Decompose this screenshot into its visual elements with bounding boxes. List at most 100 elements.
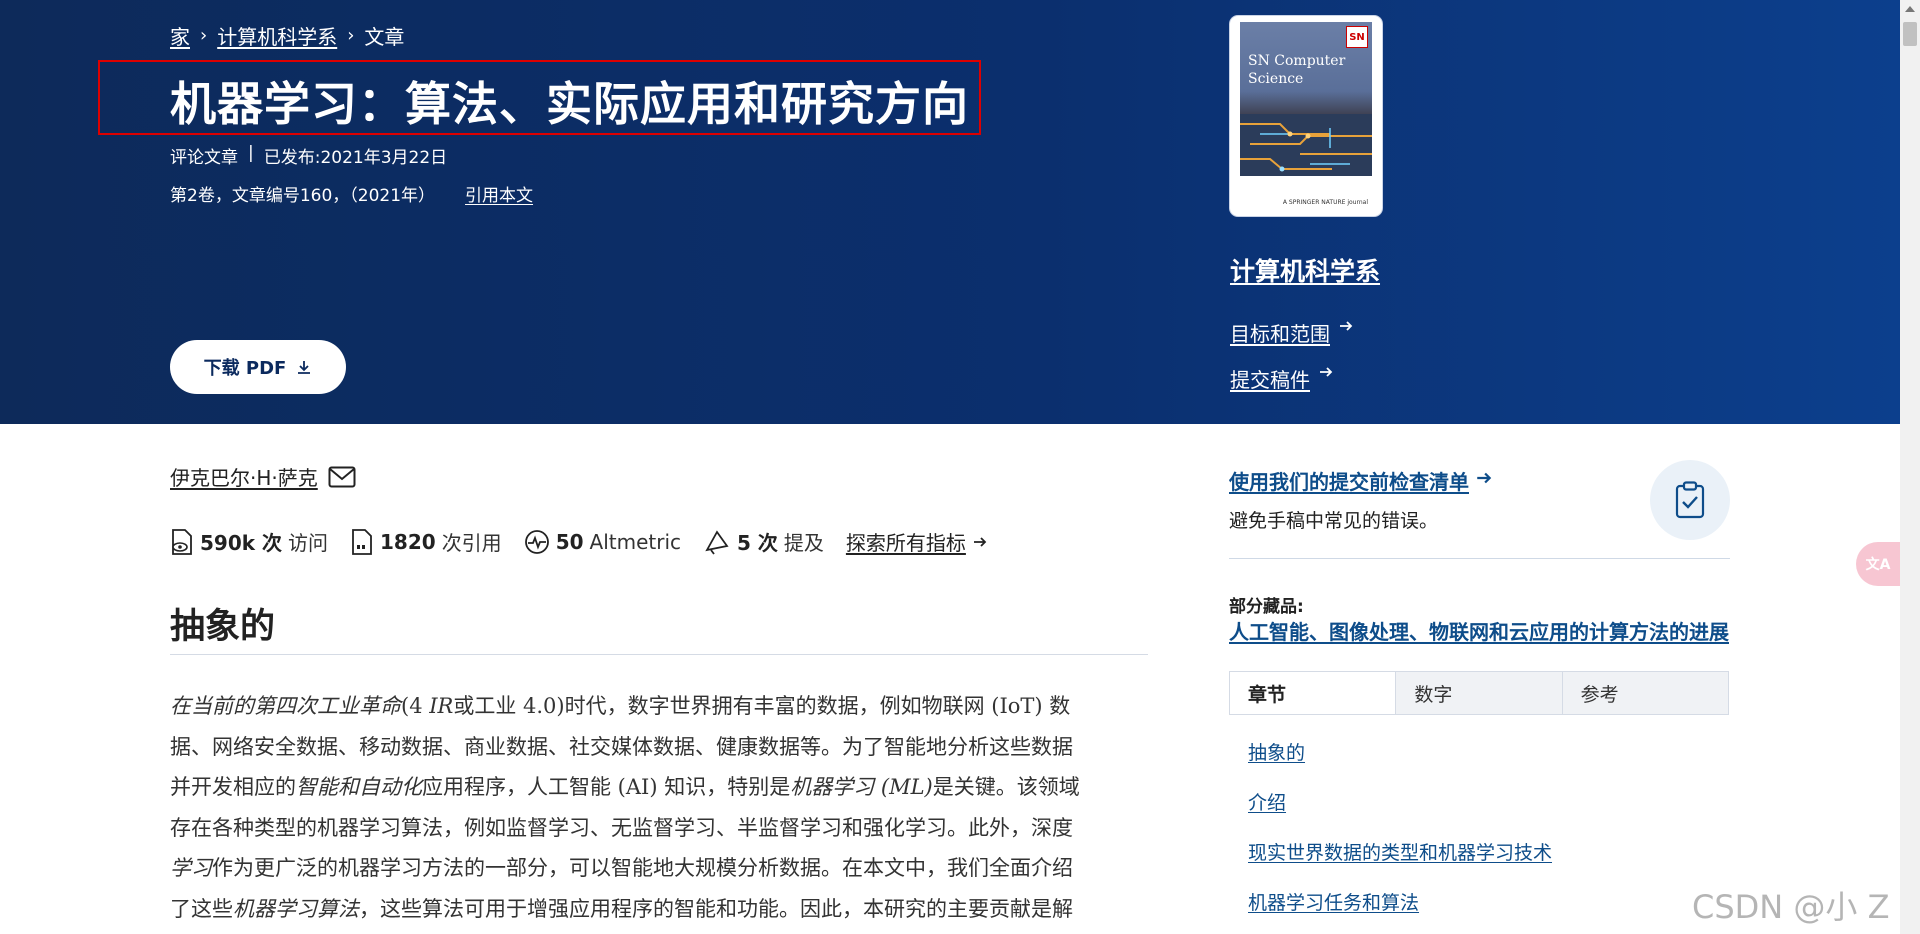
checklist-link[interactable]: 使用我们的提交前检查清单 <box>1229 466 1493 495</box>
abstract-line: 在当前的第四次工业革命(4 IR或工业 4.0)时代，数字世界拥有丰富的数据，例… <box>170 686 1150 727</box>
sidebar-divider <box>1229 558 1730 559</box>
abstract-text: ，这些算法可用于增强应用程序的智能和功能。因此，本研究的主要贡献是解 <box>359 896 1073 921</box>
abstract-line: 学习作为更广泛的机器学习方法的一部分，可以智能地大规模分析数据。在本文中，我们全… <box>170 848 1150 889</box>
abstract-emphasis: 机器学习 (ML) <box>790 775 933 799</box>
watermark: CSDN @小 Z <box>1692 888 1890 926</box>
altmetric-icon <box>524 529 549 554</box>
meta-divider: | <box>248 143 254 163</box>
download-icon <box>298 361 311 374</box>
cover-artwork: SN SN Computer Science <box>1240 22 1372 176</box>
abstract-line: 了这些机器学习算法，这些算法可用于增强应用程序的智能和功能。因此，本研究的主要贡… <box>170 889 1150 930</box>
quote-document-icon <box>352 528 372 555</box>
abstract-text: 存在各种类型的机器学习算法，例如监督学习、无监督学习、半监督学习和强化学习。此外… <box>170 815 1073 840</box>
abstract-text: 作为更广泛的机器学习方法的一部分，可以智能地大规模分析数据。在本文中，我们全面介… <box>212 856 1073 880</box>
abstract-line: 据、网络安全数据、移动数据、商业数据、社交媒体数据、健康数据等。为了智能地分析这… <box>170 727 1150 768</box>
published-date: 已发布:2021年3月22日 <box>263 148 448 168</box>
abstract-emphasis: 机器学习算法 <box>233 896 359 921</box>
journal-name-link[interactable]: 计算机科学系 <box>1230 252 1380 288</box>
article-hero: 家 › 计算机科学系 › 文章 机器学习：算法、实际应用和研究方向 评论文章 |… <box>0 0 1900 424</box>
download-pdf-label: 下载 PDF <box>203 358 287 379</box>
eye-document-icon <box>172 528 192 555</box>
translate-button[interactable]: 文A <box>1856 542 1900 586</box>
accesses-label: 访问 <box>288 531 329 555</box>
metric-accesses: 590k 次 访问 <box>170 527 328 556</box>
abstract-emphasis: 在当前的第四次工业革命 <box>170 694 401 718</box>
breadcrumb-section[interactable]: 计算机科学系 <box>217 21 337 50</box>
cover-footer: A SPRINGER NATURE journal <box>1282 199 1368 206</box>
abstract-text: 或工业 4.0)时代，数字世界拥有丰富的数据，例如物联网 (IoT) 数 <box>453 694 1071 718</box>
abstract-emphasis: IR <box>429 694 454 718</box>
sn-logo: SN <box>1346 26 1368 48</box>
tab-figures[interactable]: 数字 <box>1395 672 1562 714</box>
collection-link[interactable]: 人工智能、图像处理、物联网和云应用的计算方法的进展 <box>1229 616 1729 645</box>
email-icon[interactable] <box>328 466 356 488</box>
arrow-right-icon <box>1320 367 1333 377</box>
toc-item-introduction[interactable]: 介绍 <box>1248 792 1286 814</box>
breadcrumb: 家 › 计算机科学系 › 文章 <box>170 21 404 50</box>
breadcrumb-home[interactable]: 家 <box>170 21 190 50</box>
arrow-right-icon <box>1477 472 1492 484</box>
citations-label: 次引用 <box>441 531 502 555</box>
sidebar-tabs: 章节 数字 参考 <box>1229 671 1729 715</box>
article-meta: 评论文章 | 已发布:2021年3月22日 <box>170 143 447 168</box>
altmetric-value: 50 <box>555 529 584 554</box>
abstract-body: 在当前的第四次工业革命(4 IR或工业 4.0)时代，数字世界拥有丰富的数据，例… <box>170 686 1150 929</box>
tab-references[interactable]: 参考 <box>1561 672 1728 714</box>
mentions-value: 5 次 <box>737 531 778 555</box>
journal-cover[interactable]: SN SN Computer Science A SPRINGER NATURE… <box>1230 16 1382 216</box>
download-pdf-button[interactable]: 下载 PDF <box>170 340 346 394</box>
abstract-text: (4 <box>401 694 430 718</box>
toc-item-data-types[interactable]: 现实世界数据的类型和机器学习技术 <box>1248 842 1552 864</box>
circuit-artwork <box>1240 114 1372 176</box>
collection-label: 部分藏品: <box>1229 597 1304 617</box>
abstract-text: 并开发相应的 <box>170 775 296 799</box>
clipboard-check-icon <box>1675 481 1705 519</box>
checklist-badge <box>1650 460 1730 540</box>
checklist-subtitle: 避免手稿中常见的错误。 <box>1229 510 1439 532</box>
cover-title: SN Computer Science <box>1248 53 1346 87</box>
table-of-contents: 抽象的 介绍 现实世界数据的类型和机器学习技术 机器学习任务和算法 <box>1248 738 1552 934</box>
vertical-scrollbar[interactable] <box>1900 0 1920 934</box>
arrow-right-icon <box>1340 321 1353 331</box>
toc-item-abstract[interactable]: 抽象的 <box>1248 742 1305 764</box>
article-volume-row: 第2卷，文章编号160，（2021年） 引用本文 <box>170 181 533 206</box>
accesses-value: 590k 次 <box>200 531 283 555</box>
abstract-heading: 抽象的 <box>170 607 276 647</box>
article-type: 评论文章 <box>170 148 238 168</box>
chevron-right-icon: › <box>347 25 355 46</box>
chevron-right-icon: › <box>200 25 208 46</box>
scroll-up-icon[interactable] <box>1905 6 1915 12</box>
citations-value: 1820 <box>380 529 436 554</box>
toc-item-ml-tasks[interactable]: 机器学习任务和算法 <box>1248 892 1419 914</box>
cite-article-link[interactable]: 引用本文 <box>465 181 533 206</box>
abstract-text: 应用程序，人工智能 (AI) 知识，特别是 <box>422 775 791 799</box>
abstract-text: 据、网络安全数据、移动数据、商业数据、社交媒体数据、健康数据等。为了智能地分析这… <box>170 734 1073 759</box>
author-row: 伊克巴尔·H·萨克 <box>170 462 356 491</box>
metric-altmetric: 50 Altmetric <box>524 529 681 555</box>
explore-metrics-link[interactable]: 探索所有指标 <box>846 527 988 556</box>
checklist-title: 使用我们的提交前检查清单 <box>1229 470 1469 494</box>
abstract-text: 是关键。该领域 <box>932 775 1080 799</box>
article-metrics: 590k 次 访问 1820 次引用 50 Altmetric 5 次 提及 探… <box>170 527 1010 556</box>
aims-scope-link[interactable]: 目标和范围 <box>1230 318 1354 347</box>
abstract-text: 了这些 <box>170 896 233 921</box>
submit-manuscript-link[interactable]: 提交稿件 <box>1230 364 1334 393</box>
abstract-emphasis: 智能和自动化 <box>296 775 422 799</box>
abstract-divider <box>170 654 1148 655</box>
abstract-emphasis: 学习 <box>170 856 212 880</box>
megaphone-icon <box>705 529 729 555</box>
translate-icon: 文A <box>1865 557 1891 573</box>
altmetric-label: Altmetric <box>589 529 682 554</box>
submit-manuscript-label: 提交稿件 <box>1230 368 1310 392</box>
tab-sections[interactable]: 章节 <box>1230 672 1396 714</box>
arrow-right-icon <box>973 536 987 547</box>
author-link[interactable]: 伊克巴尔·H·萨克 <box>170 462 318 491</box>
abstract-line: 存在各种类型的机器学习算法，例如监督学习、无监督学习、半监督学习和强化学习。此外… <box>170 808 1150 849</box>
aims-scope-label: 目标和范围 <box>1230 322 1330 346</box>
scrollbar-thumb[interactable] <box>1903 22 1917 46</box>
page-title: 机器学习：算法、实际应用和研究方向 <box>170 77 969 131</box>
metric-mentions: 5 次 提及 <box>703 527 824 556</box>
explore-metrics-label: 探索所有指标 <box>845 531 966 555</box>
metric-citations: 1820 次引用 <box>350 527 502 556</box>
abstract-line: 并开发相应的智能和自动化应用程序，人工智能 (AI) 知识，特别是机器学习 (M… <box>170 767 1150 808</box>
